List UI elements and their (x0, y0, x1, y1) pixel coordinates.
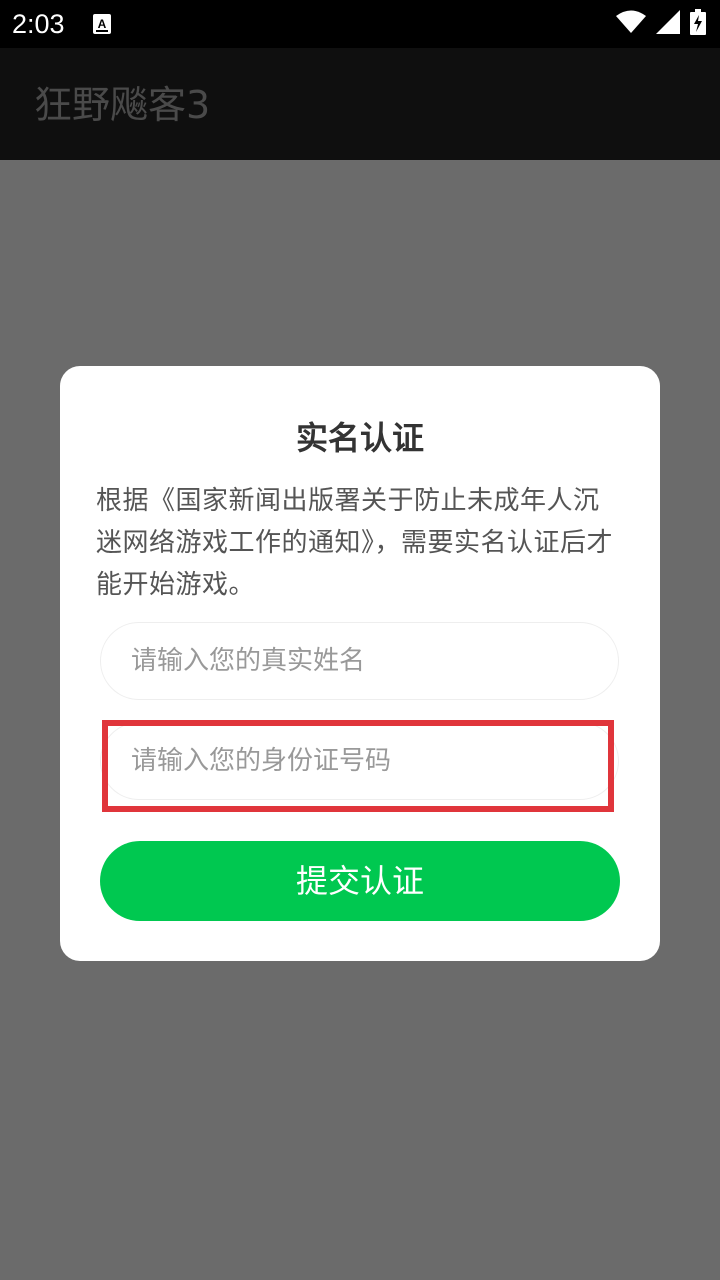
id-number-field (100, 722, 619, 800)
status-time: 2:03 (12, 9, 65, 39)
app-title: 狂野飚客3 (34, 83, 211, 127)
dialog-description: 根据《国家新闻出版署关于防止未成年人沉迷网络游戏工作的通知》，需要实名认证后才能… (96, 486, 614, 600)
real-name-input[interactable] (131, 623, 601, 699)
status-icons (616, 9, 706, 39)
svg-text:A: A (98, 17, 107, 31)
status-bar: 2:03 A (0, 0, 720, 48)
wifi-icon (616, 10, 646, 38)
signal-icon (656, 10, 680, 38)
submit-verification-button[interactable]: 提交认证 (100, 841, 620, 921)
notification-a-icon: A (92, 13, 112, 35)
real-name-field (100, 622, 619, 700)
dialog-title: 实名认证 (295, 419, 424, 457)
id-number-input[interactable] (131, 723, 601, 799)
battery-charging-icon (690, 9, 706, 39)
